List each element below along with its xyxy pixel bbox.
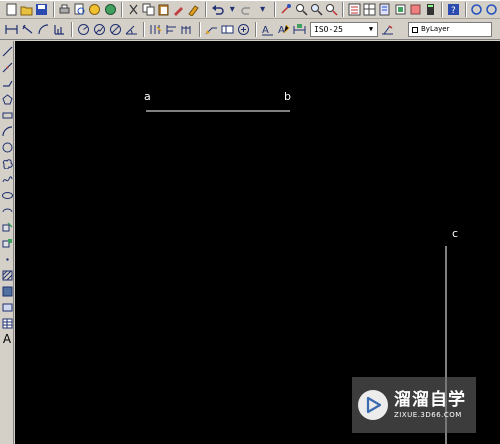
dimension-toolbar: A A ISO-25 ▼ ByLayer (0, 20, 500, 40)
table-icon[interactable] (1, 317, 13, 330)
insert-block-icon[interactable] (1, 221, 13, 234)
svg-text:?: ? (451, 6, 456, 16)
separator (121, 2, 124, 17)
undo-icon[interactable] (210, 2, 224, 17)
point-a-label: a (144, 90, 151, 103)
ellipse-icon[interactable] (1, 189, 13, 202)
dimension-update-icon[interactable] (292, 22, 307, 37)
svg-text:A: A (262, 25, 269, 36)
rectangle-icon[interactable] (1, 109, 13, 122)
tolerance-icon[interactable] (220, 22, 235, 37)
zoom-realtime-icon[interactable] (294, 2, 308, 17)
calculator-icon[interactable] (423, 2, 437, 17)
separator (255, 22, 257, 37)
arc-length-icon[interactable] (36, 22, 51, 37)
zoom-window-icon[interactable] (309, 2, 323, 17)
undo-dropdown-icon[interactable]: ▾ (225, 2, 239, 17)
workspace-settings-icon[interactable] (485, 2, 499, 17)
pan-icon[interactable] (279, 2, 293, 17)
separator (464, 2, 467, 17)
block-editor-icon[interactable] (187, 2, 201, 17)
construction-line-icon[interactable] (1, 61, 13, 74)
point-c-label: c (452, 227, 459, 240)
properties-icon[interactable] (347, 2, 361, 17)
design-center-icon[interactable] (363, 2, 377, 17)
quick-dimension-icon[interactable] (148, 22, 163, 37)
linear-dimension-icon[interactable] (4, 22, 19, 37)
separator (52, 2, 55, 17)
autocad-window: ▾ ▾ ? A A ISO-25 ▼ ByLayer A a b c 溜溜自学 … (0, 0, 500, 444)
watermark-name: 溜溜自学 (394, 390, 466, 410)
workspace-icon[interactable] (470, 2, 484, 17)
play-logo-icon (358, 390, 388, 420)
spline-icon[interactable] (1, 173, 13, 186)
revision-cloud-icon[interactable] (1, 157, 13, 170)
watermark-url: ZIXUE.3D66.COM (394, 411, 462, 419)
markup-icon[interactable] (408, 2, 422, 17)
standard-toolbar: ▾ ▾ ? (0, 0, 500, 19)
jogged-dimension-icon[interactable] (92, 22, 107, 37)
ellipse-arc-icon[interactable] (1, 205, 13, 218)
make-block-icon[interactable] (1, 237, 13, 250)
dimension-style-select[interactable]: ISO-25 ▼ (310, 22, 378, 37)
quick-leader-icon[interactable] (204, 22, 219, 37)
region-icon[interactable] (1, 301, 13, 314)
separator (273, 2, 276, 17)
separator (199, 22, 201, 37)
copy-icon[interactable] (141, 2, 155, 17)
svg-text:A: A (278, 25, 285, 36)
polyline-icon[interactable] (1, 77, 13, 90)
match-properties-icon[interactable] (172, 2, 186, 17)
center-mark-icon[interactable] (236, 22, 251, 37)
redo-icon[interactable] (240, 2, 254, 17)
new-file-icon[interactable] (4, 2, 18, 17)
draw-toolbar: A (0, 41, 14, 444)
dimension-text-edit-icon[interactable]: A (276, 22, 291, 37)
dimension-style-icon[interactable] (380, 22, 395, 37)
angular-dimension-icon[interactable] (124, 22, 139, 37)
point-b-label: b (284, 90, 291, 103)
point-icon[interactable] (1, 253, 13, 266)
arc-icon[interactable] (1, 125, 13, 138)
layer-value: ByLayer (421, 25, 450, 33)
publish-icon[interactable] (88, 2, 102, 17)
redo-dropdown-icon[interactable]: ▾ (256, 2, 270, 17)
paste-icon[interactable] (157, 2, 171, 17)
zoom-previous-icon[interactable] (324, 2, 338, 17)
dimension-edit-icon[interactable]: A (260, 22, 275, 37)
multiline-text-icon[interactable]: A (1, 332, 13, 346)
separator (205, 2, 208, 17)
layer-select[interactable]: ByLayer (408, 22, 492, 37)
sheet-set-icon[interactable] (393, 2, 407, 17)
continue-dimension-icon[interactable] (180, 22, 195, 37)
ordinate-dimension-icon[interactable] (52, 22, 67, 37)
separator (71, 22, 73, 37)
save-icon[interactable] (34, 2, 48, 17)
radius-dimension-icon[interactable] (76, 22, 91, 37)
circle-icon[interactable] (1, 141, 13, 154)
tool-palettes-icon[interactable] (378, 2, 392, 17)
aligned-dimension-icon[interactable] (20, 22, 35, 37)
cut-icon[interactable] (126, 2, 140, 17)
print-preview-icon[interactable] (73, 2, 87, 17)
diameter-dimension-icon[interactable] (108, 22, 123, 37)
polygon-icon[interactable] (1, 93, 13, 106)
layer-color-swatch (412, 26, 418, 33)
chevron-down-icon: ▼ (368, 25, 374, 33)
help-icon[interactable]: ? (446, 2, 460, 17)
hatch-icon[interactable] (1, 269, 13, 282)
separator (441, 2, 444, 17)
separator (342, 2, 345, 17)
print-icon[interactable] (58, 2, 72, 17)
dimension-style-value: ISO-25 (314, 25, 343, 34)
plot-icon[interactable] (103, 2, 117, 17)
baseline-dimension-icon[interactable] (164, 22, 179, 37)
separator (143, 22, 145, 37)
line-icon[interactable] (1, 45, 13, 58)
watermark: 溜溜自学 ZIXUE.3D66.COM (352, 377, 476, 433)
open-folder-icon[interactable] (19, 2, 33, 17)
gradient-icon[interactable] (1, 285, 13, 298)
